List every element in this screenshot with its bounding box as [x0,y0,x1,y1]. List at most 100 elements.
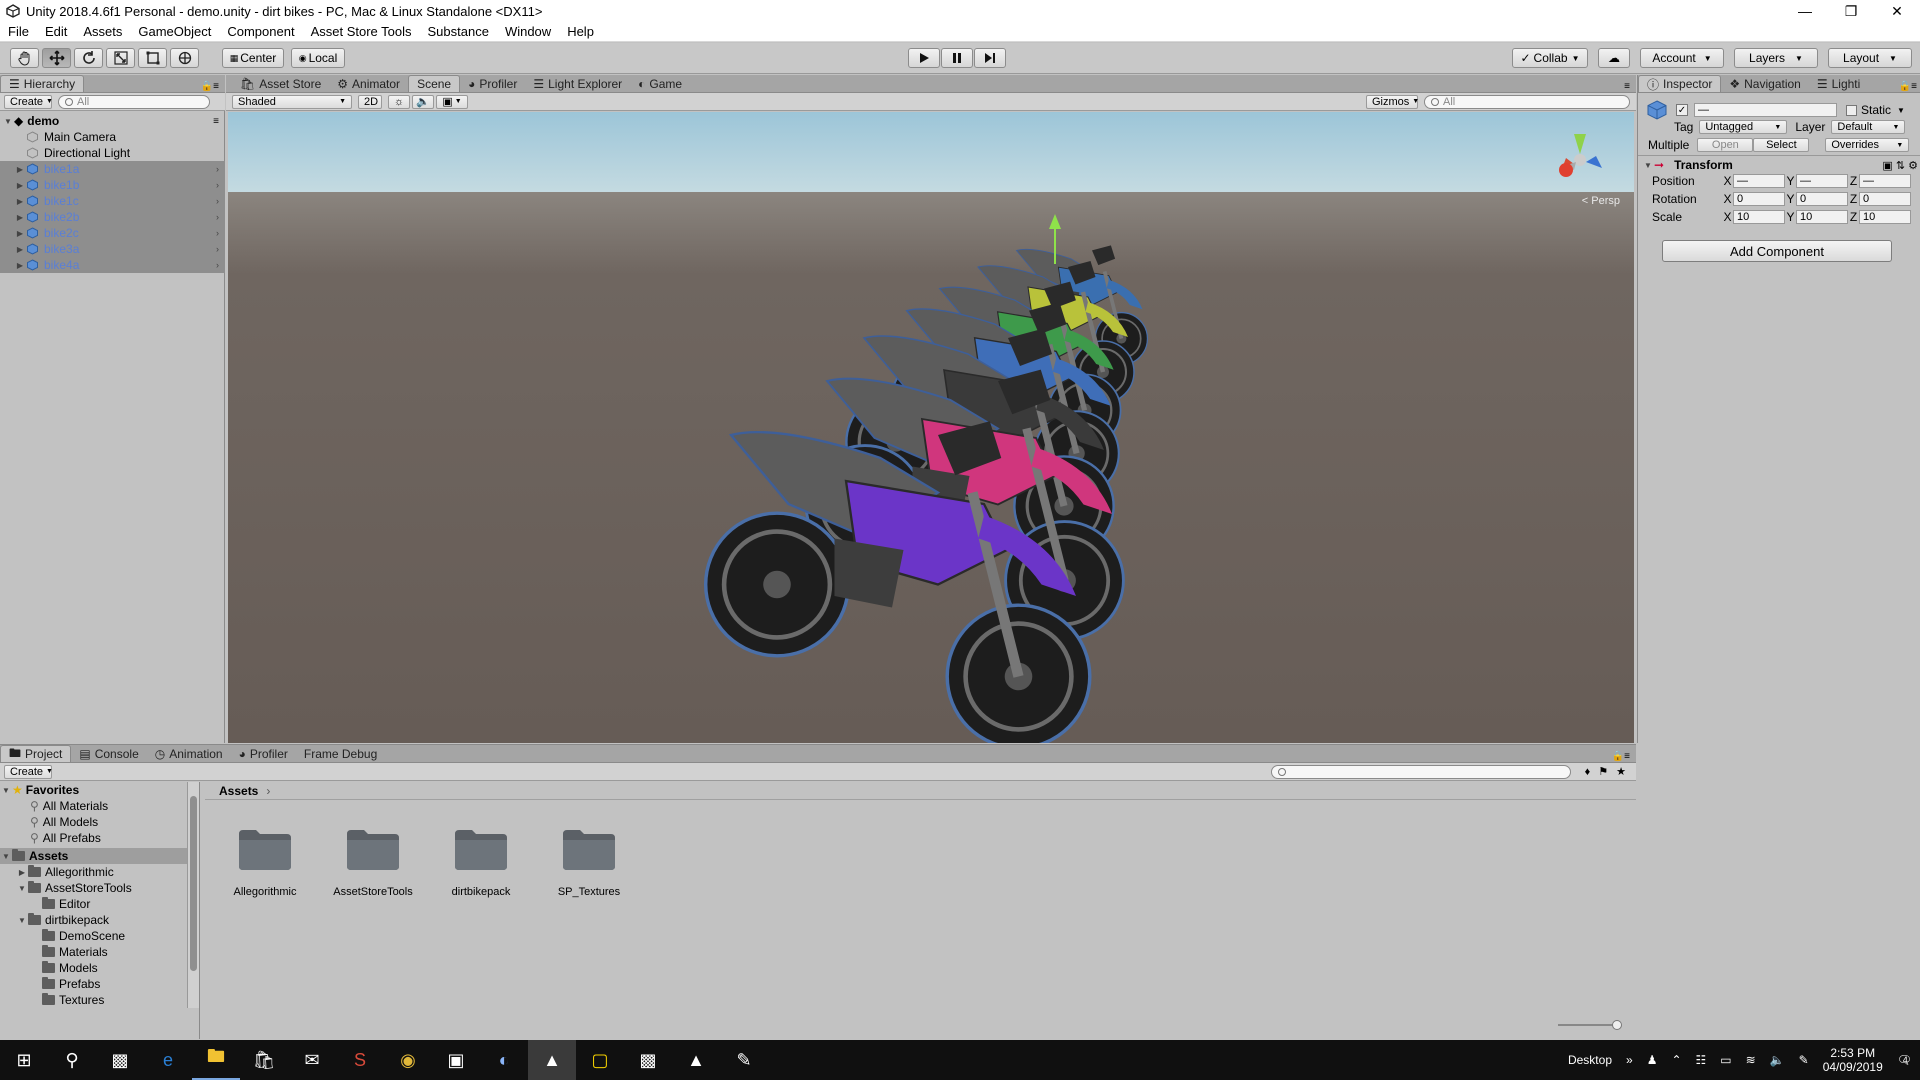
tab-navigation[interactable]: ❖ Navigation [1721,75,1808,92]
menu-file[interactable]: File [0,24,37,39]
wifi-icon[interactable]: ≋ [1746,1053,1756,1067]
project-folder-item[interactable]: Editor [0,896,199,912]
chevron-right-icon[interactable]: › [216,180,219,190]
component-settings-icon[interactable]: ▣ ⇅ ⚙ [1882,159,1918,172]
scrollbar-thumb[interactable] [190,796,197,971]
tab-lighting[interactable]: ☰ Lighti [1809,75,1868,92]
lock-icon[interactable]: 🔒≡ [1612,751,1630,762]
favorite-item[interactable]: ⚲ All Models [0,814,199,830]
hand-tool-button[interactable] [10,48,39,68]
project-folder-item[interactable]: Textures [0,992,199,1008]
expand-arrow-icon[interactable]: ▶ [14,245,26,254]
menu-gameobject[interactable]: GameObject [130,24,219,39]
transform-y-field[interactable]: 10 [1796,210,1848,224]
audio-toggle[interactable]: 🔈 [412,94,434,109]
layout-dropdown[interactable]: Layout ▼ [1828,48,1912,68]
orientation-gizmo-icon[interactable] [1544,120,1624,200]
lock-icon[interactable]: 🔒≡ [201,81,219,92]
hierarchy-item[interactable]: ▶ bike2c › [0,225,225,241]
layer-dropdown[interactable]: Default ▼ [1831,120,1906,134]
app2-icon[interactable]: ▩ [624,1040,672,1080]
search-icon[interactable]: ⚲ [48,1040,96,1080]
expand-arrow-icon[interactable]: ▶ [14,181,26,190]
breadcrumb-assets[interactable]: Assets [219,784,258,798]
pause-button[interactable] [941,48,973,68]
scale-tool-button[interactable] [106,48,135,68]
transform-z-field[interactable]: — [1859,174,1911,188]
paint-icon[interactable]: ✎ [720,1040,768,1080]
project-folder-item[interactable]: ▼ dirtbikepack [0,912,199,928]
chevron-right-icon[interactable]: › [216,196,219,206]
battery-icon[interactable]: ▭ [1720,1053,1731,1067]
clock[interactable]: 2:53 PM 04/09/2019 [1823,1046,1883,1074]
chevron-right-icon[interactable]: › [216,164,219,174]
chevron-right-icon[interactable]: › [216,244,219,254]
space-toggle-button[interactable]: ◉ Local [291,48,345,68]
overrides-dropdown[interactable]: Overrides ▼ [1825,138,1910,152]
tab-frame-debug[interactable]: Frame Debug [296,745,385,762]
static-toggle[interactable]: Static ▼ [1846,102,1905,118]
transform-x-field[interactable]: 0 [1733,192,1785,206]
project-folder-item[interactable]: Materials [0,944,199,960]
project-folder-item[interactable]: ▶ Allegorithmic [0,864,199,880]
expand-arrow-icon[interactable]: ▶ [14,165,26,174]
hierarchy-item[interactable]: ▶ bike2b › [0,209,225,225]
cloud-button[interactable]: ☁ [1598,48,1630,68]
move-tool-button[interactable] [42,48,71,68]
asset-folder[interactable]: Allegorithmic [234,826,296,898]
restore-icon[interactable]: ❐ [1828,0,1874,22]
rotate-tool-button[interactable] [74,48,103,68]
tab-animation[interactable]: ◷ Animation [147,745,231,762]
open-button[interactable]: Open [1697,138,1754,152]
eclipse-icon[interactable]: ◐ [480,1040,528,1080]
lock-icon[interactable]: 🔒≡ [1899,81,1917,92]
expand-arrow-icon[interactable]: ▶ [14,261,26,270]
tab-game[interactable]: ◐ Game [630,75,690,92]
scene-root[interactable]: ▼ ◆ demo ≡ [0,113,225,129]
tab-profiler-bottom[interactable]: ◕ Profiler [231,745,296,762]
windows-start-icon[interactable]: ⊞ [0,1040,48,1080]
perspective-label[interactable]: < Persp [1582,195,1620,207]
tab-project[interactable]: 🖿 Project [0,745,72,762]
photos-icon[interactable]: ▲ [672,1040,720,1080]
scene-search-input[interactable]: All [1424,94,1630,109]
step-button[interactable] [974,48,1006,68]
transform-z-field[interactable]: 0 [1859,192,1911,206]
expand-arrow-icon[interactable]: ▼ [16,916,28,925]
rect-tool-button[interactable] [138,48,167,68]
desktop-toolbar[interactable]: Desktop [1568,1053,1612,1067]
tray-up-icon[interactable]: ⌃ [1671,1053,1681,1067]
static-checkbox[interactable] [1846,104,1857,116]
expand-arrow-icon[interactable]: ▼ [16,884,28,893]
pivot-toggle-button[interactable]: ▦ Center [222,48,284,68]
scene-viewport[interactable]: < Persp [228,112,1634,743]
expand-arrow-icon[interactable]: ▶ [14,229,26,238]
expand-arrow-icon[interactable]: ▼ [1642,161,1654,170]
tab-profiler[interactable]: ◕ Profiler [460,75,525,92]
account-dropdown[interactable]: Account ▼ [1640,48,1724,68]
menu-component[interactable]: Component [219,24,302,39]
transform-x-field[interactable]: 10 [1733,210,1785,224]
transform-y-field[interactable]: 0 [1796,192,1848,206]
hierarchy-search-input[interactable]: All [58,94,210,109]
hierarchy-item[interactable]: Directional Light [0,145,225,161]
chrome-icon[interactable]: ◉ [384,1040,432,1080]
transform-y-field[interactable]: — [1796,174,1848,188]
play-button[interactable] [908,48,940,68]
favorite-star-icon[interactable]: ★ [1616,765,1626,778]
scene-render[interactable] [228,112,1634,743]
gizmos-dropdown[interactable]: Gizmos ▼ [1366,94,1419,109]
asset-folder[interactable]: AssetStoreTools [333,826,413,898]
unity-icon[interactable]: ▲ [528,1040,576,1080]
expand-arrow-icon[interactable]: ▶ [14,197,26,206]
lighting-toggle[interactable]: ☼ [388,94,410,109]
hierarchy-item[interactable]: ▶ bike1c › [0,193,225,209]
filter-label-icon[interactable]: ⚑ [1598,765,1608,778]
object-name-field[interactable]: — [1694,103,1837,117]
project-folder-item[interactable]: Models [0,960,199,976]
tab-scene[interactable]: Scene [408,75,461,92]
filter-type-icon[interactable]: ♦ [1585,766,1591,778]
zoom-slider[interactable] [1558,1020,1622,1030]
volume-icon[interactable]: 🔈 [1770,1053,1785,1067]
notifications-icon[interactable]: 🗨 4 [1897,1053,1912,1067]
